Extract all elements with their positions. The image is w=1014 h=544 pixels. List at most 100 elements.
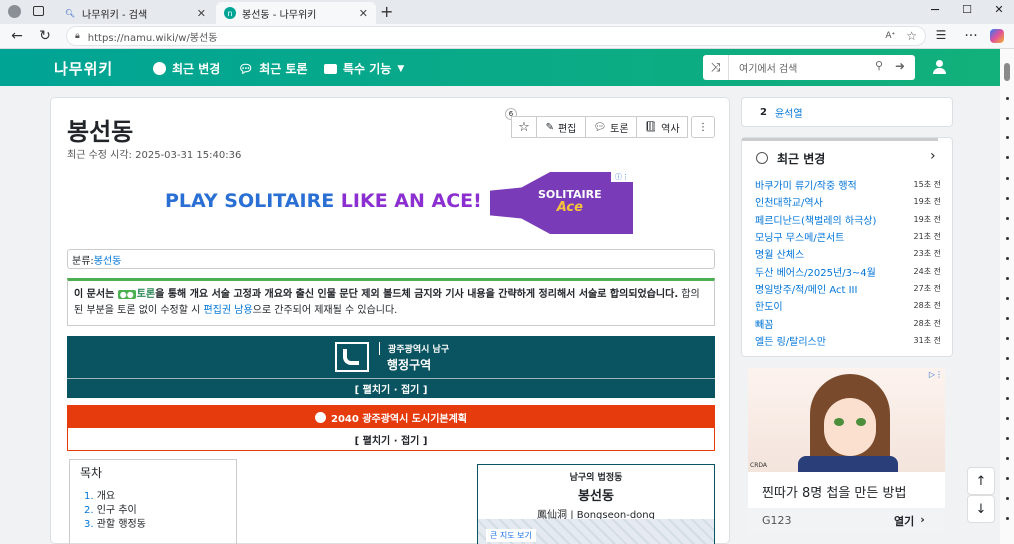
scrollbar-thumb[interactable] [1004, 63, 1010, 81]
item-time: 15초 전 [913, 180, 941, 190]
toc-label: 개요 [96, 491, 116, 502]
trending-label: 윤석열 [774, 108, 803, 120]
search-input[interactable]: 여기에서 검색 ⚲ ➜ [703, 55, 915, 80]
profile-icon[interactable] [8, 5, 21, 18]
nav-special-functions[interactable]: 특수 기능 ▼ [324, 60, 404, 77]
list-item[interactable]: 바쿠가미 류기/작중 행적 15초 전 [755, 176, 941, 193]
tab-label: 봉선동 - 나무위키 [242, 9, 317, 21]
url-text: https://namu.wiki/w/봉선동 [87, 32, 218, 44]
list-item[interactable]: 명월 산체스 23초 전 [755, 245, 941, 262]
toc-title: 목차 [80, 466, 103, 480]
sidebar-ad[interactable]: CRDA ▷⋮ 찐따가 8명 첩을 만든 방법 G123 열기 › [748, 368, 945, 534]
ad-info-icon[interactable]: ⓘ⋮ [611, 172, 633, 182]
more-menu-button[interactable]: ⋮ [691, 116, 715, 138]
chevron-right-icon[interactable]: › [930, 148, 936, 164]
map-image[interactable]: 큰 지도 보기 [478, 519, 714, 544]
nav-recent-changes[interactable]: 최근 변경 [153, 60, 220, 77]
item-title: 모닝구 무스메/콘서트 [755, 233, 845, 245]
expand-toggle[interactable]: [ 펼치기 · 접기 ] [67, 378, 715, 398]
url-bar[interactable]: 🔒︎ https://namu.wiki/w/봉선동 Aᐩ ☆ [66, 26, 926, 46]
arrow-right-icon[interactable]: ➜ [895, 59, 905, 73]
toc-item[interactable]: 3. 관할 행정동 [80, 518, 226, 532]
book-icon: 📕︎ [644, 121, 658, 133]
history-button[interactable]: 📕︎ 역사 [636, 116, 688, 138]
discussion-badge[interactable]: ●● [117, 290, 136, 299]
list-item[interactable]: 명일방주/적/메인 Act III 27초 전 [755, 280, 941, 297]
page-scrollbar[interactable] [1000, 49, 1014, 544]
trending-rank: 2 [760, 106, 767, 118]
toc-item[interactable]: 2. 인구 추이 [80, 504, 226, 518]
item-time: 24초 전 [913, 266, 941, 276]
address-toolbar: ← ↻ 🔒︎ https://namu.wiki/w/봉선동 Aᐩ ☆ ☰ ··… [0, 24, 1014, 49]
toc-num: 2. [84, 505, 94, 516]
item-title: 바쿠가미 류기/작중 행적 [755, 181, 857, 193]
copilot-icon[interactable] [990, 29, 1004, 43]
ad-brand: CRDA [750, 462, 767, 469]
ad-text-b: LIKE AN ACE! [340, 190, 482, 212]
toc-item[interactable]: 1. 개요 [80, 490, 226, 504]
scroll-bottom-button[interactable]: ↓ [967, 495, 995, 523]
ad-open-button[interactable]: 열기 › [894, 513, 925, 529]
search-icon[interactable]: ⚲ [875, 59, 883, 72]
history-label: 역사 [661, 123, 680, 135]
tab-actions-icon[interactable] [33, 6, 44, 16]
list-item[interactable]: 빼꼼 28초 전 [755, 314, 941, 331]
ad-banner[interactable]: PLAY SOLITAIRE LIKE AN ACE! SOLITAIRE Ac… [165, 172, 633, 234]
toc-label: 관할 행정동 [96, 519, 146, 530]
item-time: 28초 전 [913, 318, 941, 328]
favorites-icon[interactable]: ☰ [932, 28, 950, 42]
navbox-head: 2040 광주광역시 도시기본계획 [68, 406, 714, 428]
list-item[interactable]: 한도이 28초 전 [755, 297, 941, 314]
ad-info-icon[interactable]: ▷⋮ [929, 370, 943, 379]
list-item[interactable]: 모닝구 무스메/콘서트 21초 전 [755, 228, 941, 245]
expand-toggle[interactable]: [ 펼치기 · 접기 ] [68, 428, 714, 450]
discuss-button[interactable]: 💬︎ 토론 [585, 116, 637, 138]
navbox-sub: 광주광역시 남구 [379, 342, 449, 355]
kebab-icon: ⋮ [698, 121, 708, 133]
item-time: 27초 전 [913, 283, 941, 293]
list-item[interactable]: 두산 베어스/2025년/3~4월 24초 전 [755, 262, 941, 279]
top-strip [742, 138, 938, 141]
recent-title: 최근 변경 [777, 152, 826, 166]
user-icon[interactable] [932, 60, 946, 74]
toc-num: 1. [84, 491, 94, 502]
ad-logo-text: SOLITAIRE Ace [538, 188, 602, 214]
notice-link[interactable]: 토론 [137, 289, 155, 300]
recent-list: 바쿠가미 류기/작중 행적 15초 전 인천대학교/역사 19초 전 페르디난드(책… [755, 176, 941, 349]
edit-button[interactable]: ✎ 편집 [536, 116, 586, 138]
close-window-button[interactable]: ✕ [984, 3, 1014, 16]
category-box: 분류: 봉선동 [67, 249, 715, 269]
list-item[interactable]: 엘든 링/탈리스만 31초 전 [755, 332, 941, 349]
shuffle-icon[interactable]: ⤨ [703, 55, 729, 80]
list-item[interactable]: 인천대학교/역사 19초 전 [755, 193, 941, 210]
nav-recent-discussions[interactable]: 💬︎ 최근 토론 [238, 60, 308, 77]
minimize-button[interactable]: ─ [920, 3, 950, 18]
list-item[interactable]: 페르디난드(책벌레의 하극상) 19초 전 [755, 211, 941, 228]
map-large-view-button[interactable]: 큰 지도 보기 [486, 529, 536, 542]
star-button[interactable]: ☆ [511, 116, 537, 138]
refresh-icon[interactable]: ↻ [36, 28, 54, 44]
read-aloud-icon[interactable]: Aᐩ [885, 31, 895, 41]
maximize-button[interactable]: ☐ [952, 3, 982, 16]
favorite-star-icon[interactable]: ☆ [906, 29, 917, 43]
trending-search[interactable]: 2 윤석열 [741, 97, 953, 127]
item-time: 19초 전 [913, 197, 941, 207]
pencil-icon: ✎ [545, 121, 554, 133]
tab-article[interactable]: n 봉선동 - 나무위키 ✕ [216, 2, 376, 24]
site-logo[interactable]: 나무위키 [54, 58, 113, 79]
tab-search[interactable]: 🔍︎ 나무위키 - 검색 ✕ [56, 2, 214, 24]
new-tab-button[interactable]: + [380, 2, 393, 21]
ad-image: CRDA ▷⋮ [748, 368, 945, 472]
ad-text-a: PLAY SOLITAIRE [165, 190, 341, 212]
nav-label: 특수 기능 [343, 62, 392, 76]
scroll-top-button[interactable]: ↑ [967, 467, 995, 495]
close-icon[interactable]: ✕ [197, 7, 206, 20]
back-icon[interactable]: ← [8, 28, 26, 44]
close-icon[interactable]: ✕ [359, 7, 368, 20]
abuse-link[interactable]: 편집권 남용 [203, 305, 252, 316]
more-icon[interactable]: ··· [962, 28, 980, 44]
ad-source: G123 [762, 514, 792, 527]
category-link[interactable]: 봉선동 [94, 252, 122, 267]
table-of-contents: 목차 1. 개요 2. 인구 추이 3. 관할 행정동 [69, 459, 237, 544]
compass-icon [153, 62, 166, 75]
